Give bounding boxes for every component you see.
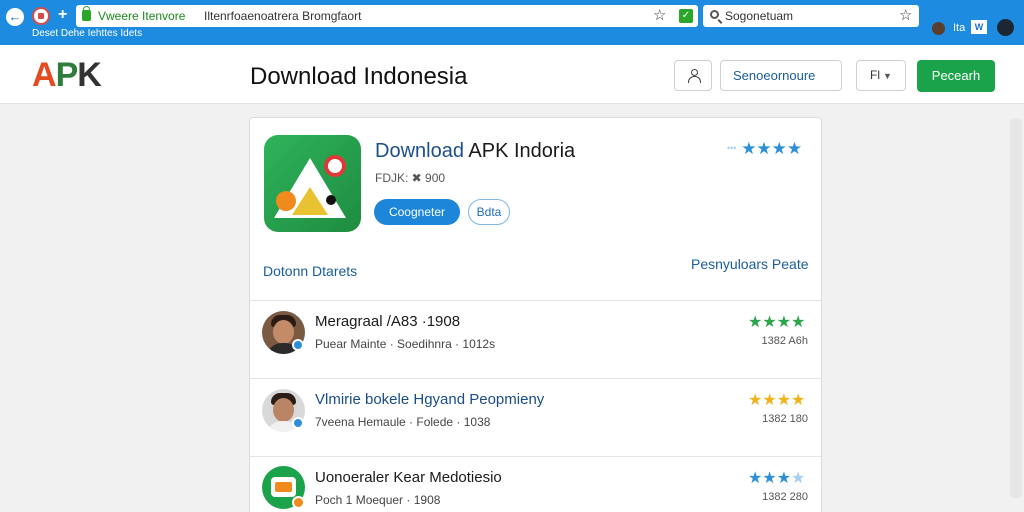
menu-dropdown[interactable]: Fl ▼ [856, 60, 906, 91]
toolbar-text: Ita [953, 22, 966, 34]
rating-stars: ★★★★ [748, 314, 806, 331]
list-item-subtitle: Poch 1 Moequer · 1908 [315, 493, 441, 507]
extension-icon[interactable]: ✓ [679, 9, 693, 23]
app-title: Download APK Indoria [375, 140, 576, 162]
install-button[interactable]: Coogneter [374, 199, 460, 225]
list-item[interactable]: Vlmirie bokele Hgyand Peopmieny 7veena H… [250, 379, 821, 457]
list-item-title: Vlmirie bokele Hgyand Peopmieny [315, 391, 545, 408]
list-item-title: Meragraal /A83 ·1908 [315, 313, 461, 330]
verified-badge-icon [292, 417, 304, 429]
lock-icon [82, 6, 91, 21]
user-icon [688, 69, 701, 83]
list-item-subtitle: Puear Mainte · Soedihnra · 1012s [315, 337, 496, 351]
rating-stars: ★★★★ [748, 392, 806, 409]
list-item-title: Uonoeraler Kear Medotiesio [315, 469, 502, 486]
bookmark-star-icon[interactable]: ☆ [653, 6, 666, 24]
profile-avatar[interactable] [932, 22, 945, 35]
tab-favicon-icon[interactable] [32, 7, 50, 25]
browser-toolbar: ← + Vweere Itenvore Iltenrfoaenoatrera B… [0, 0, 1024, 45]
section-link-right[interactable]: Pesnyuloars Peate [691, 256, 809, 272]
primary-button[interactable]: Pecearh [917, 60, 995, 92]
verified-badge-icon [292, 339, 304, 351]
page-title: Download Indonesia [250, 63, 468, 90]
account-avatar[interactable] [997, 19, 1014, 36]
header-search-button[interactable]: Senoeornoure [720, 60, 842, 91]
list-item[interactable]: Meragraal /A83 ·1908 Puear Mainte · Soed… [250, 301, 821, 379]
chevron-down-icon: ▼ [883, 71, 892, 81]
rating-stars: ★★★★ [748, 470, 806, 487]
back-icon[interactable]: ← [6, 8, 24, 26]
rating-count: 1382 280 [762, 491, 808, 503]
toolbar-extension-icon[interactable]: W [971, 20, 987, 34]
bookmarks-bar[interactable]: Deset Dehe Iehttes Idets [32, 28, 142, 39]
address-bar[interactable]: Vweere Itenvore Iltenrfoaenoatrera Bromg… [76, 5, 698, 27]
rating-count: 1382 A6h [761, 335, 809, 347]
user-button[interactable] [674, 60, 712, 91]
app-card: Download APK Indoria FDJK: ✖ 900 Coognet… [249, 117, 822, 512]
app-icon [264, 135, 361, 232]
rating-count: 1382 180 [762, 413, 808, 425]
scrollbar-thumb[interactable] [1010, 118, 1022, 498]
section-link-left[interactable]: Dotonn Dtarets [263, 263, 357, 279]
secondary-button[interactable]: Bdta [468, 199, 510, 225]
search-icon [710, 10, 719, 19]
new-tab-icon[interactable]: + [58, 6, 67, 24]
list-item[interactable]: Uonoeraler Kear Medotiesio Poch 1 Moeque… [250, 457, 821, 512]
url-path: Iltenrfoaenoatrera Bromgfaort [204, 9, 362, 23]
site-logo[interactable]: APK [32, 57, 102, 93]
search-star-icon[interactable]: ☆ [899, 6, 912, 24]
url-host: Vweere Itenvore [98, 9, 186, 23]
app-rating-stars: ••• ★★★★ [727, 139, 803, 158]
app-meta: FDJK: ✖ 900 [375, 171, 446, 185]
list-item-subtitle: 7veena Hemaule · Folede · 1038 [315, 415, 491, 429]
menu-label: Fl [870, 68, 881, 82]
app-avatar-icon [262, 466, 305, 509]
site-header: APK Download Indonesia Senoeornoure Fl ▼ … [0, 45, 1024, 104]
browser-search-text: Sogonetuam [725, 9, 794, 23]
browser-search-input[interactable]: Sogonetuam ☆ [703, 5, 919, 27]
